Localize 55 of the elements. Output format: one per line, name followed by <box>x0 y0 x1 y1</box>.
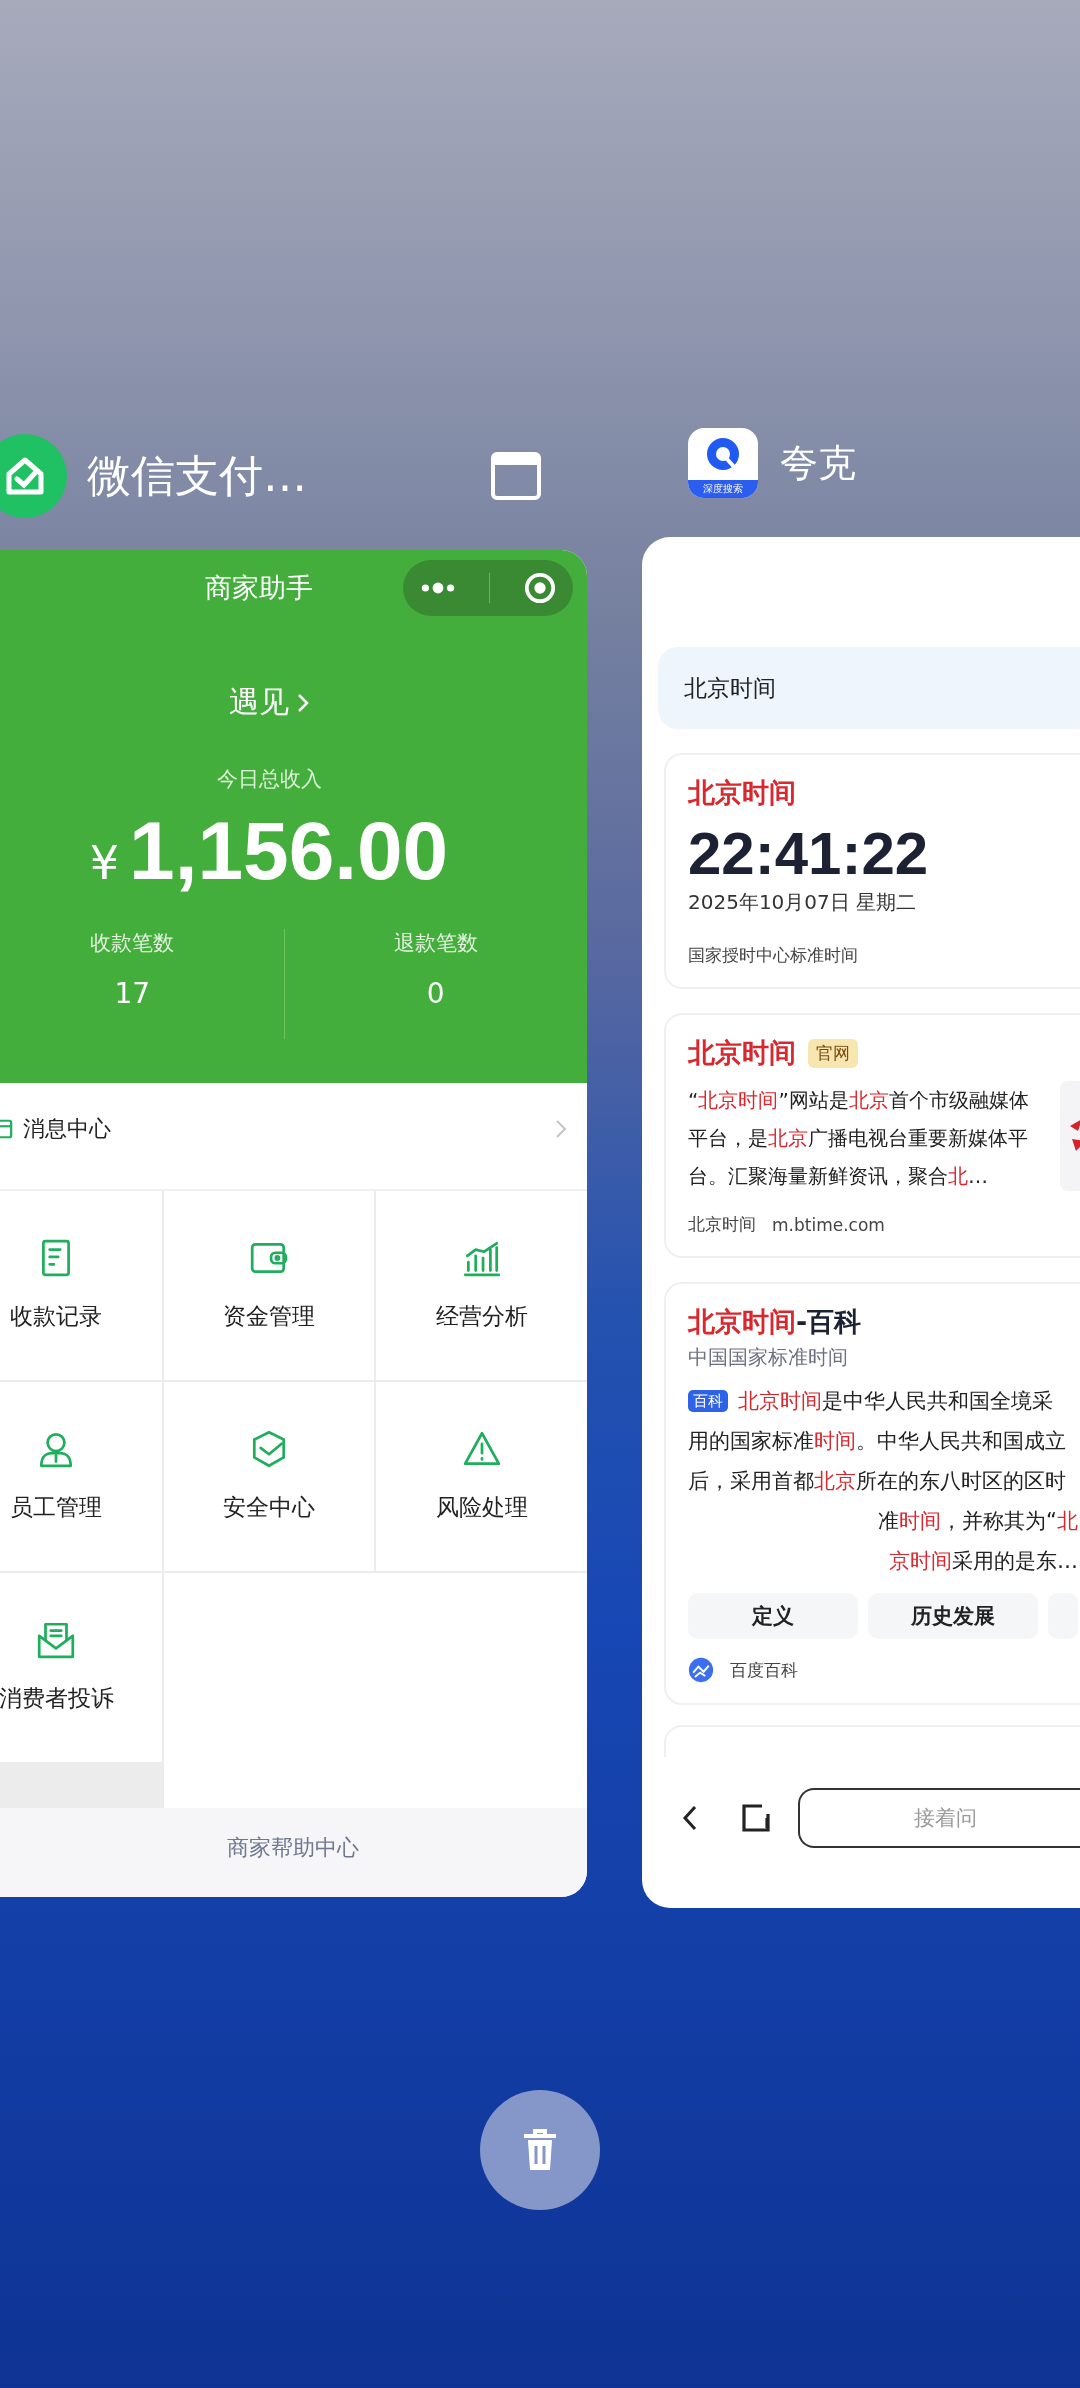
app-icon[interactable]: 深度搜索 <box>688 428 758 498</box>
source-text: 国家授时中心标准时间 <box>688 944 859 967</box>
result-snippet: “北京时间”网站是北京首个市级融媒体平台，是北京广播电视台重要新媒体平台。汇聚海量新鲜资讯，聚合北… <box>688 1087 1030 1190</box>
source-name: 百度百科 <box>730 1658 798 1682</box>
income-amount: 1,156.00 <box>129 804 449 898</box>
tabs-icon[interactable] <box>740 1802 772 1834</box>
official-badge: 官网 <box>808 1038 858 1068</box>
stat-value: 17 <box>114 977 151 1010</box>
snippet-fragment: 准时间，并称其为“北 <box>878 1508 1078 1535</box>
more-icon[interactable] <box>419 581 456 595</box>
income-label: 今日总收入 <box>216 766 322 793</box>
clock-time: 22:41:22 <box>688 819 930 889</box>
currency-sign: ¥ <box>89 836 120 890</box>
chevron-icon <box>297 692 309 713</box>
app-name: 微信支付… <box>87 448 307 503</box>
help-center-link[interactable]: 商家帮助中心 <box>221 1828 365 1868</box>
topic-chip[interactable]: 历史发展 <box>868 1593 1038 1639</box>
input-field[interactable]: 接着问 <box>798 1788 1080 1848</box>
source-logo-icon <box>688 1657 714 1683</box>
result-title[interactable]: 北京时间 <box>688 1035 796 1071</box>
back-icon[interactable] <box>682 1805 698 1831</box>
app-icon[interactable] <box>0 434 67 518</box>
menu-item[interactable]: 风险处理 <box>376 1382 587 1571</box>
close-icon[interactable] <box>524 572 557 604</box>
result-snippet: 北京时间是中华人民共和国全境采 <box>738 1388 1053 1415</box>
query-bar[interactable]: 北京时间 <box>658 647 1080 729</box>
snippet-fragment: 京时间采用的是东… <box>889 1548 1078 1575</box>
source-name: 北京时间 <box>688 1213 756 1236</box>
result-subtitle: 中国国家标准时间 <box>688 1344 849 1371</box>
chevron-icon <box>555 1119 567 1139</box>
page-title: 商家助手 <box>205 571 313 605</box>
stat-value: 0 <box>426 977 445 1010</box>
menu-item[interactable]: 安全中心 <box>163 1382 375 1571</box>
result-snippet: 用的国家标准时间。中华人民共和国成立后，采用首都北京所在的东八时区的区时 <box>688 1428 1067 1495</box>
app-name: 夸克 <box>780 439 856 487</box>
icon-badge: 深度搜索 <box>688 480 758 498</box>
stat-label: 收款笔数 <box>90 930 175 957</box>
source-url: m.btime.com <box>772 1214 885 1235</box>
stat-label: 退款笔数 <box>393 930 478 957</box>
menu-item[interactable]: 收款记录 <box>0 1191 162 1380</box>
result-card[interactable]: 北京时间 22:41:22 2025年10月07日 星期二 国家授时中心标准时间 <box>664 753 1080 989</box>
date-text: 2025年10月07日 星期二 <box>688 889 918 916</box>
menu-item[interactable]: 消费者投诉 <box>0 1573 162 1762</box>
result-card[interactable]: 北京时间-百科 中国国家标准时间 百科 北京时间是中华人民共和国全境采 用的国家标准时间。中华人民共和国成立后，采用首都北京所在的东八时区的区时 准时间，并称其为“北 京时间采用的是东… 定义 历史发展 百度百科 <box>664 1282 1080 1705</box>
menu-item[interactable]: 经营分析 <box>376 1191 587 1380</box>
window-icon[interactable] <box>491 452 541 500</box>
result-title[interactable]: 北京时间-百科 <box>688 1304 1080 1340</box>
result-card[interactable]: 北京时间 官网 “北京时间”网站是北京首个市级融媒体平台，是北京广播电视台重要新媒体平台。汇聚海量新鲜资讯，聚合北… 北京时间 m.btime.com <box>664 1013 1080 1258</box>
result-title[interactable]: 北京时间 <box>688 775 1080 811</box>
wiki-badge: 百科 <box>688 1390 728 1412</box>
menu-item[interactable]: 员工管理 <box>0 1382 162 1571</box>
menu-item[interactable]: 资金管理 <box>163 1191 375 1380</box>
app-card[interactable]: 商家助手 遇见 今日总收入 ¥1,156.00 收款笔数 17 退款笔数 0 消息中心 收款记录 资金管理 经营分析 员工管理 安全中心 风险处理 消费者投诉 商家帮助中心 <box>0 550 587 1897</box>
app-card[interactable] <box>642 537 1080 1908</box>
topic-chip[interactable]: 定义 <box>688 1593 858 1639</box>
